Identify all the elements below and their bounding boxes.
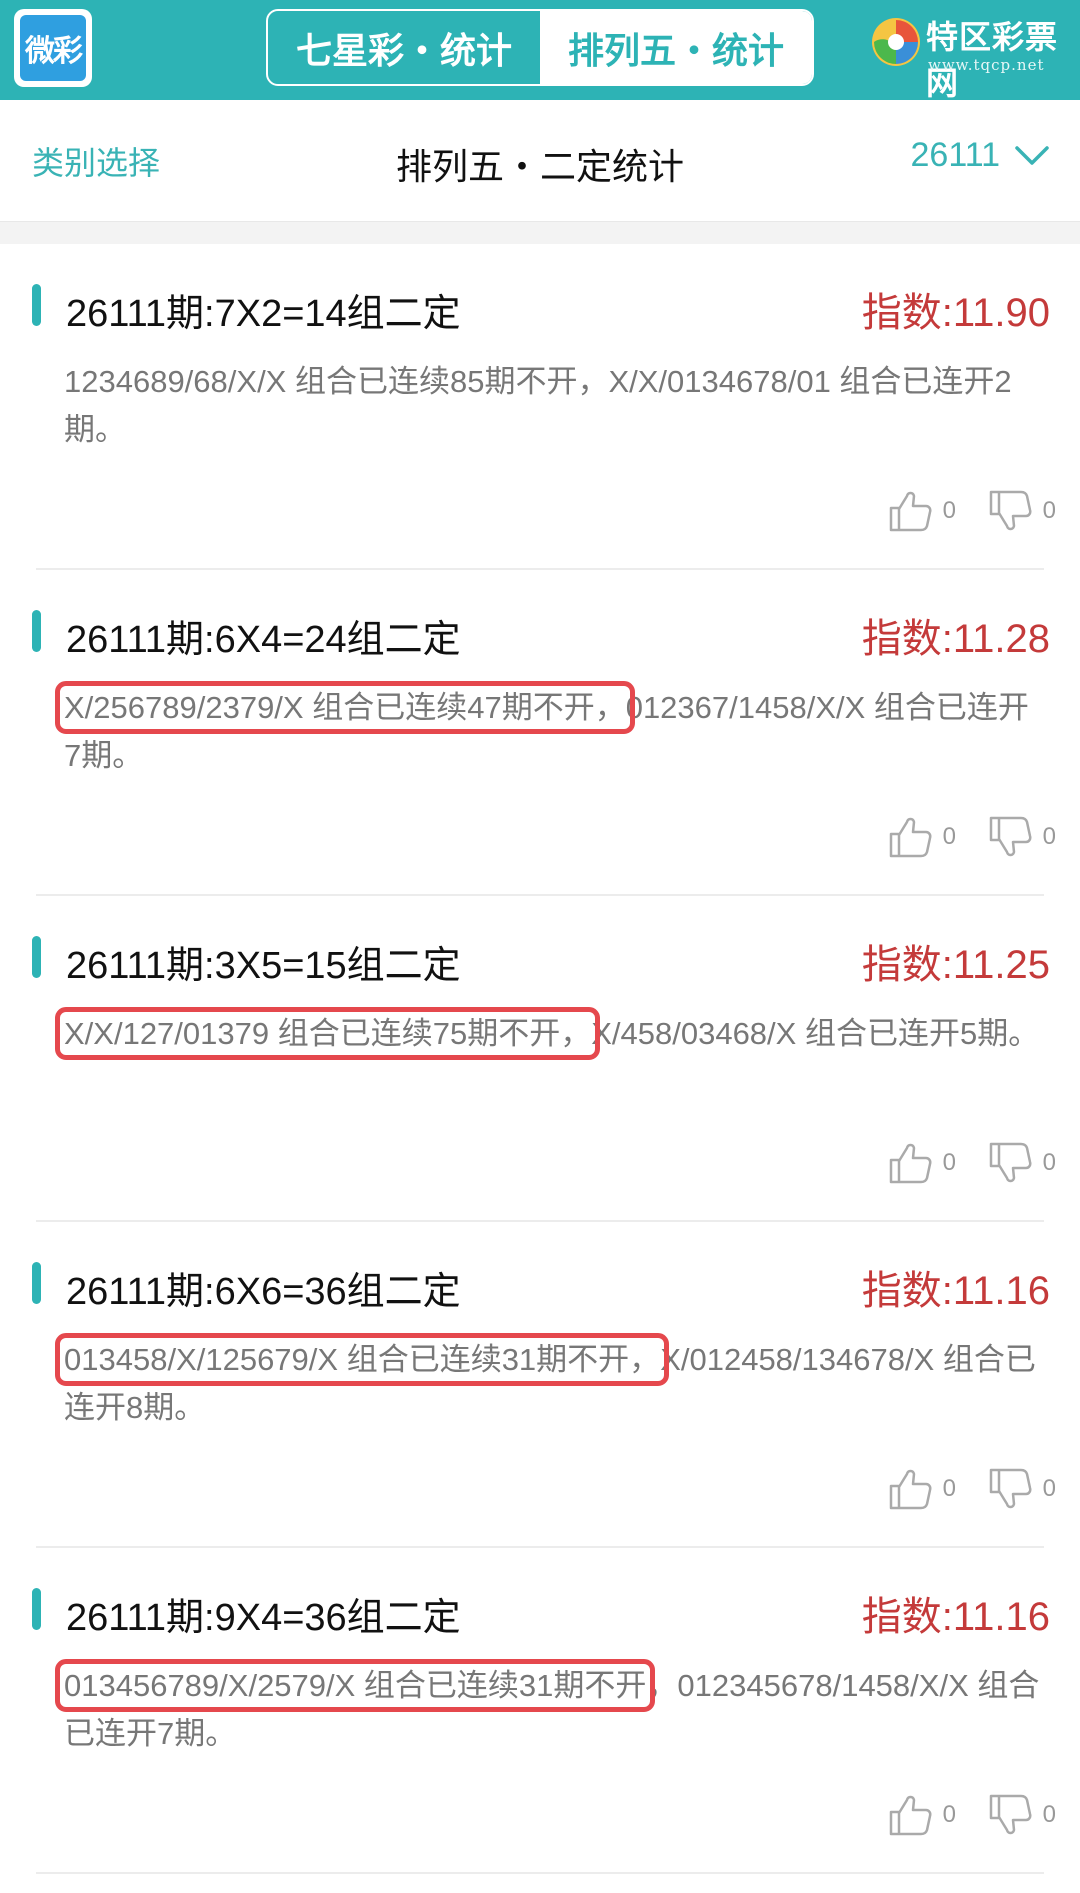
- description-text: X/458/03468/X 组合已连开5期。: [591, 1016, 1040, 1051]
- app-logo-text: 微彩: [20, 15, 86, 81]
- card-index: 指数:11.16: [861, 1595, 1050, 1639]
- like-button[interactable]: 0: [887, 1140, 956, 1186]
- top-bar: 微彩 七星彩・统计 排列五・统计 特区彩票网 www.tqcp.net: [0, 0, 1080, 102]
- like-button[interactable]: 0: [887, 488, 956, 534]
- card-title: 26111期:7X2=14组二定: [66, 293, 461, 335]
- thumbs-down-icon: [989, 1142, 1032, 1183]
- list-item: 26111期:3X5=15组二定 指数:11.25 X/X/127/01379 …: [0, 896, 1080, 1222]
- divider: [36, 1872, 1044, 1874]
- card-title: 26111期:6X4=24组二定: [66, 619, 461, 661]
- highlighted-text: X/256789/2379/X 组合已连续47期不开，: [55, 681, 635, 734]
- dislike-button[interactable]: 0: [987, 1792, 1056, 1838]
- thumbs-down-icon: [989, 1794, 1032, 1835]
- sub-header: 类别选择 排列五・二定统计 26111: [0, 100, 1080, 222]
- like-button[interactable]: 0: [887, 814, 956, 860]
- card-index: 指数:11.28: [861, 617, 1050, 661]
- thumbs-up-icon: [889, 1795, 932, 1836]
- card-description: 013458/X/125679/X 组合已连续31期不开，X/012458/13…: [54, 1333, 1044, 1432]
- thumbs-up-icon: [889, 491, 932, 532]
- list-item: 26111期:6X6=36组二定 指数:11.16 013458/X/12567…: [0, 1222, 1080, 1548]
- title-accent-bar: [32, 1588, 41, 1630]
- card-title: 26111期:6X6=36组二定: [66, 1271, 461, 1313]
- thumbs-up-icon: [889, 1469, 932, 1510]
- list-item: 26111期:7X2=14组二定 指数:11.90 1234689/68/X/X…: [0, 244, 1080, 570]
- brand-watermark: 特区彩票网 www.tqcp.net: [870, 8, 1070, 102]
- highlighted-text: 013458/X/125679/X 组合已连续31期不开，: [54, 1333, 670, 1386]
- title-accent-bar: [32, 936, 41, 978]
- card-index: 指数:11.16: [861, 1269, 1050, 1313]
- card-title: 26111期:9X4=36组二定: [66, 1597, 461, 1639]
- highlighted-text: X/X/127/01379 组合已连续75期不开，: [54, 1007, 601, 1060]
- lottery-tab-switcher: 七星彩・统计 排列五・统计: [266, 9, 814, 86]
- chevron-down-icon: [1015, 145, 1049, 165]
- card-index: 指数:11.25: [861, 943, 1050, 987]
- highlighted-text: 013456789/X/2579/X 组合已连续31期不开: [54, 1659, 656, 1712]
- issue-select-dropdown[interactable]: 26111: [911, 136, 1051, 175]
- brand-swirl-icon: [872, 18, 920, 66]
- thumbs-down-icon: [989, 1468, 1032, 1509]
- card-title: 26111期:3X5=15组二定: [66, 945, 461, 987]
- brand-url: www.tqcp.net: [928, 56, 1045, 74]
- card-description: 013456789/X/2579/X 组合已连续31期不开，012345678/…: [54, 1659, 1044, 1758]
- like-count: 0: [942, 1801, 956, 1828]
- card-description: X/X/127/01379 组合已连续75期不开，X/458/03468/X 组…: [54, 1007, 1044, 1060]
- thumbs-up-icon: [889, 1143, 932, 1184]
- title-accent-bar: [32, 610, 41, 652]
- card-description: X/256789/2379/X 组合已连续47期不开，012367/1458/X…: [55, 681, 1044, 780]
- dislike-count: 0: [1042, 823, 1056, 850]
- dislike-button[interactable]: 0: [987, 488, 1056, 534]
- dislike-count: 0: [1042, 1475, 1056, 1502]
- category-select-button[interactable]: 类别选择: [32, 138, 160, 184]
- thumbs-up-icon: [889, 817, 932, 858]
- dislike-button[interactable]: 0: [987, 814, 1056, 860]
- thumbs-down-icon: [989, 816, 1032, 857]
- like-button[interactable]: 0: [887, 1792, 956, 1838]
- dislike-button[interactable]: 0: [987, 1140, 1056, 1186]
- thumbs-down-icon: [989, 490, 1032, 531]
- description-text: 1234689/68/X/X 组合已连续85期不开，X/X/0134678/01…: [64, 364, 1012, 447]
- tab-qixingcai-stats[interactable]: 七星彩・统计: [268, 11, 540, 84]
- like-count: 0: [942, 823, 956, 850]
- stats-list: 26111期:7X2=14组二定 指数:11.90 1234689/68/X/X…: [0, 244, 1080, 1893]
- like-count: 0: [942, 1475, 956, 1502]
- tab-pailiewu-stats[interactable]: 排列五・统计: [540, 11, 812, 84]
- like-count: 0: [942, 1149, 956, 1176]
- card-index: 指数:11.90: [861, 291, 1050, 335]
- title-accent-bar: [32, 284, 41, 326]
- title-accent-bar: [32, 1262, 41, 1304]
- app-logo[interactable]: 微彩: [14, 9, 92, 87]
- list-item: 26111期:9X4=36组二定 指数:11.16 013456789/X/25…: [0, 1548, 1080, 1874]
- dislike-count: 0: [1042, 1801, 1056, 1828]
- list-item: 26111期:6X4=24组二定 指数:11.28 X/256789/2379/…: [0, 570, 1080, 896]
- like-count: 0: [942, 497, 956, 524]
- issue-number: 26111: [910, 136, 1001, 174]
- dislike-count: 0: [1042, 1149, 1056, 1176]
- dislike-count: 0: [1042, 497, 1056, 524]
- card-description: 1234689/68/X/X 组合已连续85期不开，X/X/0134678/01…: [64, 358, 1044, 454]
- like-button[interactable]: 0: [887, 1466, 956, 1512]
- dislike-button[interactable]: 0: [987, 1466, 1056, 1512]
